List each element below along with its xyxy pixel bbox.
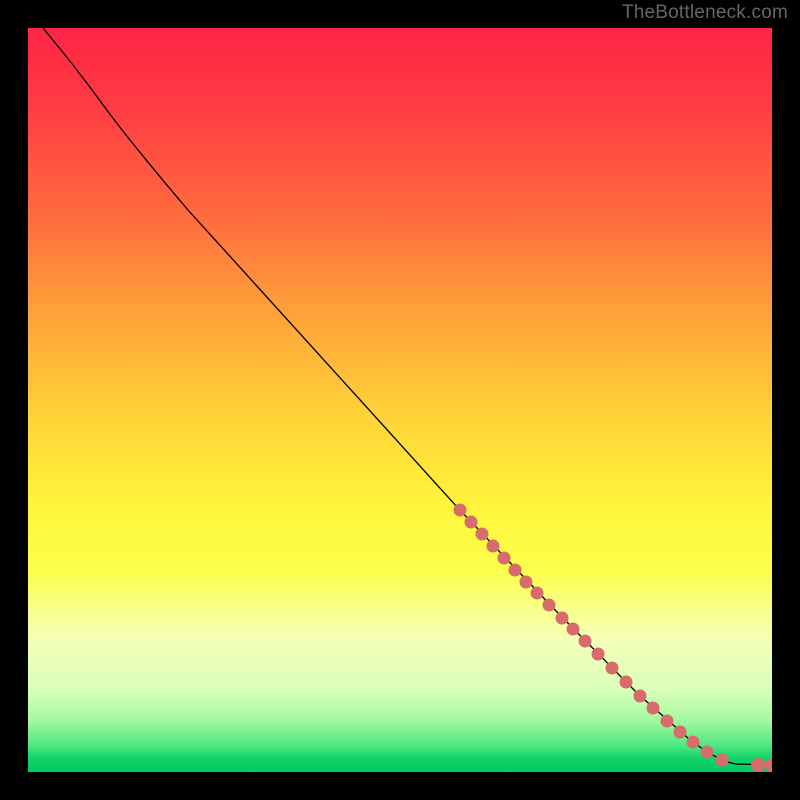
data-point xyxy=(543,599,556,612)
data-point xyxy=(634,690,647,703)
chart-frame: TheBottleneck.com xyxy=(0,0,800,800)
data-points xyxy=(454,504,773,773)
data-point xyxy=(661,715,674,728)
data-point xyxy=(765,758,772,772)
data-point xyxy=(531,587,544,600)
data-point xyxy=(579,635,592,648)
data-point xyxy=(487,540,500,553)
data-point xyxy=(556,612,569,625)
data-point xyxy=(509,564,522,577)
data-point xyxy=(567,623,580,636)
data-point xyxy=(687,736,700,749)
data-point xyxy=(454,504,467,517)
bottleneck-curve xyxy=(43,28,772,765)
data-point xyxy=(465,516,478,529)
attribution-text: TheBottleneck.com xyxy=(622,2,788,24)
data-point xyxy=(592,648,605,661)
data-point xyxy=(620,676,633,689)
data-point xyxy=(498,552,511,565)
data-point xyxy=(647,702,660,715)
plot-area xyxy=(28,28,772,772)
data-point xyxy=(716,754,729,767)
data-point xyxy=(751,758,765,772)
plot-svg xyxy=(28,28,772,772)
data-point xyxy=(606,662,619,675)
data-point xyxy=(701,746,714,759)
data-point xyxy=(520,576,533,589)
data-point xyxy=(476,528,489,541)
data-point xyxy=(674,726,687,739)
